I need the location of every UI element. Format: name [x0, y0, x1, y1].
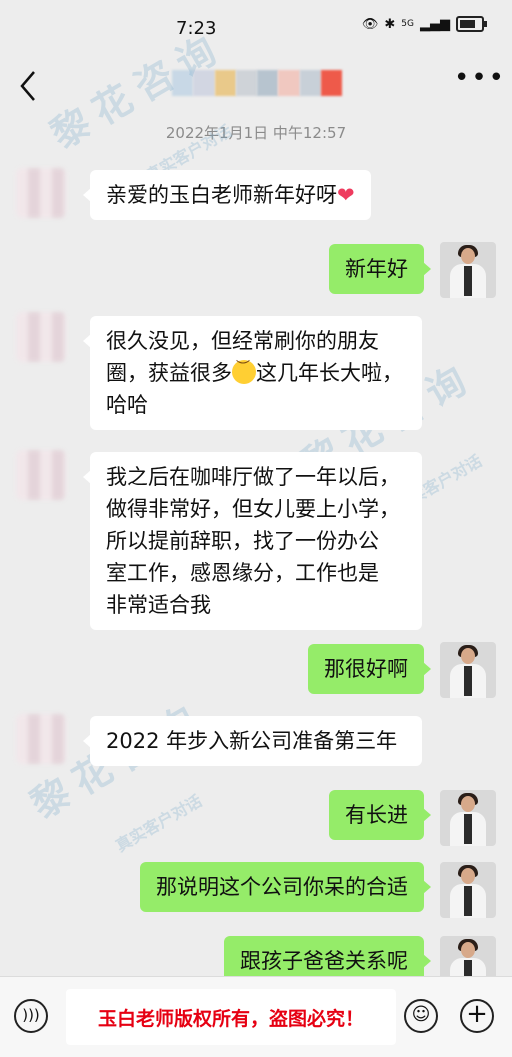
- message-bubble-outgoing[interactable]: 那很好啊: [308, 644, 431, 694]
- message-text-line: 圈，获益很多这几年长大啦，: [106, 352, 406, 389]
- voice-wave-icon: ))): [22, 1006, 40, 1024]
- back-button[interactable]: [14, 64, 50, 104]
- more-actions-button[interactable]: +: [460, 999, 494, 1033]
- signal-icon: ▂▄▆: [420, 16, 450, 32]
- message-text: 亲爱的玉白老师新年好呀: [106, 183, 337, 207]
- message-text-line: 室工作，感恩缘分，工作也是: [106, 561, 379, 585]
- heart-icon: ❤: [337, 183, 355, 207]
- status-icons: 👁 ✱ 5G ▂▄▆: [361, 16, 487, 32]
- message-input[interactable]: 玉白老师版权所有，盗图必究！: [66, 989, 396, 1045]
- watermark-subtext: 真实客户对话: [112, 791, 206, 856]
- chat-title-blurred: [172, 70, 342, 96]
- status-time: 7:23: [176, 18, 217, 39]
- message-bubble-outgoing[interactable]: 新年好: [329, 244, 431, 294]
- user-avatar[interactable]: [440, 642, 496, 698]
- message-text-line: 非常适合我: [106, 593, 211, 617]
- message-bubble-incoming[interactable]: 亲爱的玉白老师新年好呀❤: [83, 170, 371, 220]
- plus-icon: +: [466, 999, 488, 1029]
- message-text-line: 哈哈: [106, 393, 148, 417]
- nav-bar: •••: [0, 58, 512, 108]
- message-text-line: 所以提前辞职，找了一份办公: [106, 529, 379, 553]
- smiley-icon: ☺: [411, 1004, 431, 1025]
- copyright-notice: 玉白老师版权所有，盗图必究！: [97, 1007, 364, 1030]
- user-avatar[interactable]: [440, 790, 496, 846]
- message-text: 2022 年步入新公司准备第三年: [106, 729, 398, 753]
- message-text: 新年好: [345, 257, 408, 281]
- contact-avatar[interactable]: [16, 714, 66, 764]
- message-text: 那说明这个公司你呆的合适: [156, 875, 408, 899]
- battery-icon: [456, 16, 487, 32]
- contact-avatar[interactable]: [16, 450, 66, 500]
- message-timestamp: 2022年1月1日 中午12:57: [165, 124, 347, 142]
- input-bar: ))) 玉白老师版权所有，盗图必究！ ☺ +: [0, 976, 512, 1057]
- message-text: 有长进: [345, 803, 408, 827]
- user-avatar[interactable]: [440, 862, 496, 918]
- network-label: 5G: [401, 19, 414, 29]
- message-text-line: 我之后在咖啡厅做了一年以后，: [106, 465, 400, 489]
- message-text-line: 很久没见，但经常刷你的朋友: [106, 329, 379, 353]
- contact-avatar[interactable]: [16, 168, 66, 218]
- bluetooth-icon: ✱: [384, 16, 396, 32]
- status-bar: 7:23 👁 ✱ 5G ▂▄▆: [0, 0, 512, 58]
- message-text: 跟孩子爸爸关系呢: [240, 949, 408, 973]
- message-bubble-outgoing[interactable]: 有长进: [329, 790, 431, 840]
- message-bubble-outgoing[interactable]: 那说明这个公司你呆的合适: [140, 862, 431, 912]
- emoji-button[interactable]: ☺: [404, 999, 438, 1033]
- message-bubble-incoming[interactable]: 2022 年步入新公司准备第三年: [83, 716, 422, 766]
- voice-button[interactable]: ))): [14, 999, 48, 1033]
- eye-icon: 👁: [361, 16, 379, 32]
- chevron-left-icon: [20, 71, 35, 101]
- message-text-line: 做得非常好，但女儿要上小学，: [106, 497, 400, 521]
- message-bubble-incoming[interactable]: 很久没见，但经常刷你的朋友 圈，获益很多这几年长大啦， 哈哈: [83, 316, 422, 430]
- message-text: 那很好啊: [324, 657, 408, 681]
- more-dots-icon: •••: [454, 63, 507, 93]
- more-options-button[interactable]: •••: [454, 65, 504, 98]
- smile-icon: [232, 352, 256, 384]
- contact-avatar[interactable]: [16, 312, 66, 362]
- user-avatar[interactable]: [440, 242, 496, 298]
- message-bubble-incoming[interactable]: 我之后在咖啡厅做了一年以后， 做得非常好，但女儿要上小学， 所以提前辞职，找了一…: [83, 452, 422, 630]
